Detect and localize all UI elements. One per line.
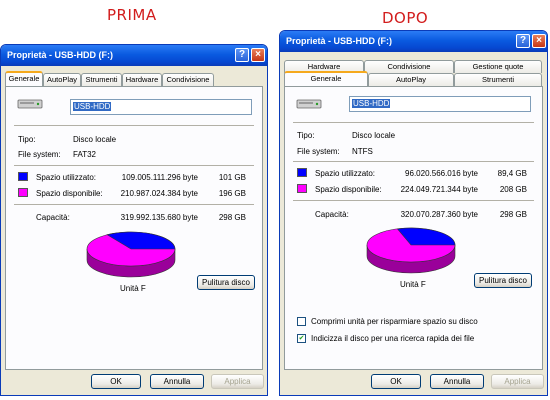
used-bytes: 96.020.566.016 byte: [405, 169, 478, 178]
free-gb: 196 GB: [218, 189, 246, 198]
type-value: Disco locale: [73, 135, 117, 144]
free-color-swatch: [18, 188, 28, 197]
cancel-button[interactable]: Annulla: [430, 374, 484, 389]
general-panel: USB-HDD Tipo: Disco locale File system: …: [284, 86, 543, 370]
index-label: Indicizza il disco per una ricerca rapid…: [311, 334, 475, 343]
close-button[interactable]: ×: [532, 34, 546, 48]
free-color-swatch: [297, 184, 307, 193]
window-title: Proprietà - USB-HDD (F:): [7, 50, 113, 60]
free-bytes: 224.049.721.344 byte: [400, 185, 478, 194]
used-bytes: 109.005.111.296 byte: [121, 173, 198, 182]
compress-checkbox[interactable]: [297, 317, 306, 326]
usage-pie-chart: [366, 227, 456, 274]
capacity-gb: 298 GB: [218, 213, 246, 222]
divider: [293, 161, 534, 162]
drive-icon: [296, 99, 322, 109]
type-value: Disco locale: [352, 131, 396, 140]
filesystem-label: File system:: [18, 150, 61, 159]
help-button[interactable]: ?: [235, 48, 249, 62]
title-bar[interactable]: Proprietà - USB-HDD (F:) ? ×: [1, 45, 267, 66]
apply-button[interactable]: Applica: [211, 374, 264, 389]
tab-generale[interactable]: Generale: [284, 71, 368, 86]
tab-hardware[interactable]: Hardware: [122, 73, 162, 86]
divider: [293, 122, 534, 123]
title-bar[interactable]: Proprietà - USB-HDD (F:) ? ×: [280, 31, 547, 52]
tab-autoplay[interactable]: AutoPlay: [368, 73, 454, 86]
free-bytes: 210.987.024.384 byte: [120, 189, 198, 198]
capacity-bytes: 320.070.287.360 byte: [400, 210, 478, 219]
general-panel: USB-HDD Tipo: Disco locale File system: …: [5, 86, 263, 370]
ok-button[interactable]: OK: [91, 374, 141, 389]
capacity-label: Capacità:: [315, 210, 349, 219]
drive-name-value: USB-HDD: [352, 99, 391, 108]
used-gb: 89,4 GB: [497, 169, 527, 178]
caption-before: PRIMA: [107, 6, 157, 24]
filesystem-label: File system:: [297, 147, 340, 156]
tab-strumenti[interactable]: Strumenti: [81, 73, 122, 86]
divider: [14, 204, 254, 205]
compress-label: Comprimi unità per risparmiare spazio su…: [311, 317, 478, 326]
ok-button[interactable]: OK: [371, 374, 421, 389]
drive-icon: [17, 99, 43, 109]
divider: [293, 200, 534, 201]
drive-name-value: USB-HDD: [73, 102, 112, 111]
disk-cleanup-button[interactable]: Pulitura disco: [197, 275, 255, 290]
disk-cleanup-button[interactable]: Pulitura disco: [474, 273, 532, 288]
used-color-swatch: [18, 172, 28, 181]
properties-window-after: Proprietà - USB-HDD (F:) ? × Hardware Co…: [279, 30, 548, 396]
used-label: Spazio utilizzato:: [315, 169, 376, 178]
drive-letter-label: Unità F: [120, 284, 146, 293]
tab-generale[interactable]: Generale: [5, 71, 43, 86]
capacity-label: Capacità:: [36, 213, 70, 222]
capacity-bytes: 319.992.135.680 byte: [120, 213, 198, 222]
drive-letter-label: Unità F: [400, 280, 426, 289]
used-label: Spazio utilizzato:: [36, 173, 97, 182]
close-button[interactable]: ×: [251, 48, 265, 62]
used-color-swatch: [297, 168, 307, 177]
tab-autoplay[interactable]: AutoPlay: [43, 73, 81, 86]
help-button[interactable]: ?: [516, 34, 530, 48]
properties-window-before: Proprietà - USB-HDD (F:) ? × Generale Au…: [0, 44, 268, 396]
caption-after: DOPO: [382, 9, 429, 27]
used-gb: 101 GB: [218, 173, 246, 182]
drive-name-input[interactable]: USB-HDD: [70, 99, 252, 115]
index-checkbox[interactable]: ✔: [297, 334, 306, 343]
filesystem-value: NTFS: [352, 147, 373, 156]
free-gb: 208 GB: [499, 185, 527, 194]
tab-condivisione[interactable]: Condivisione: [162, 73, 214, 86]
divider: [14, 125, 254, 126]
free-label: Spazio disponibile:: [315, 185, 382, 194]
filesystem-value: FAT32: [73, 150, 96, 159]
type-label: Tipo:: [18, 135, 36, 144]
cancel-button[interactable]: Annulla: [150, 374, 204, 389]
usage-pie-chart: [86, 231, 176, 278]
drive-name-input[interactable]: USB-HDD: [349, 96, 531, 112]
divider: [14, 165, 254, 166]
apply-button[interactable]: Applica: [491, 374, 544, 389]
free-label: Spazio disponibile:: [36, 189, 103, 198]
capacity-gb: 298 GB: [499, 210, 527, 219]
tab-strumenti[interactable]: Strumenti: [454, 73, 542, 86]
window-title: Proprietà - USB-HDD (F:): [286, 36, 392, 46]
type-label: Tipo:: [297, 131, 315, 140]
